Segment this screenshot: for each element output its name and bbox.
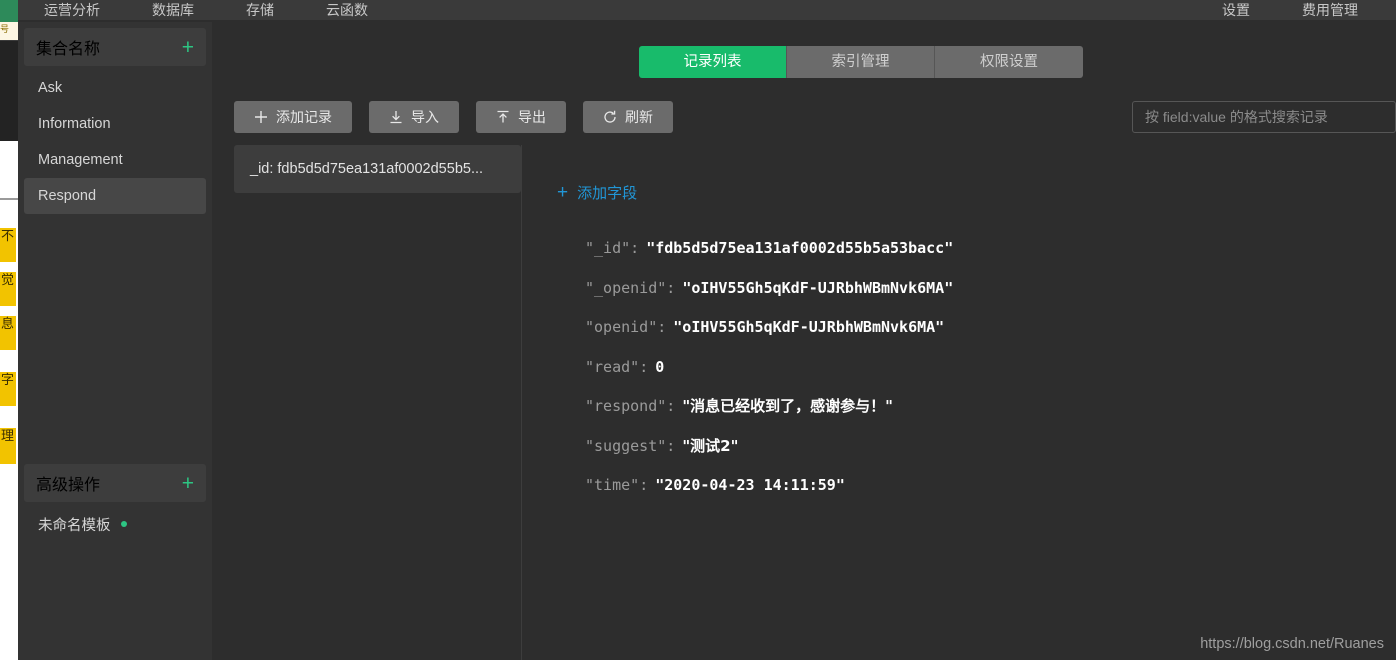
- sidebar-item-label: Information: [38, 116, 111, 132]
- nav-storage[interactable]: 存储: [220, 0, 300, 21]
- background-window-header-text: 号: [0, 22, 18, 40]
- sidebar-item-unnamed-template[interactable]: 未命名模板: [24, 506, 206, 542]
- sidebar-item-label: 未命名模板: [38, 517, 111, 534]
- refresh-icon: [603, 110, 617, 124]
- json-value: "测试2": [682, 436, 739, 455]
- json-row[interactable]: "read": 0: [585, 348, 1396, 388]
- import-label: 导入: [411, 109, 439, 125]
- background-window-green-bar: [0, 0, 18, 22]
- sidebar-item-label: Respond: [38, 188, 97, 204]
- nav-database[interactable]: 数据库: [126, 0, 220, 21]
- json-value: 0: [655, 357, 665, 376]
- sidebar-item-respond[interactable]: Respond: [24, 178, 206, 214]
- background-highlight-5: 理: [0, 428, 16, 464]
- export-button[interactable]: 导出: [476, 101, 566, 133]
- background-window-rule: [0, 198, 18, 200]
- json-value: "2020-04-23 14:11:59": [655, 476, 845, 494]
- add-field-button[interactable]: + 添加字段: [557, 182, 637, 203]
- left-sidebar: 集合名称 + Ask Information Management Respon…: [18, 22, 212, 660]
- background-highlight-3: 息: [0, 316, 16, 350]
- main-content-area: 记录列表 索引管理 权限设置 添加记录 导入 导出 刷新 按 field:val…: [212, 22, 1396, 660]
- sidebar-item-information[interactable]: Information: [24, 106, 206, 142]
- top-nav-right-group: 设置 费用管理: [1196, 0, 1384, 21]
- json-value: "消息已经收到了，感谢参与！": [682, 397, 893, 415]
- import-button[interactable]: 导入: [369, 101, 459, 133]
- json-key: "openid": [585, 318, 658, 336]
- json-row[interactable]: "_id": "fdb5d5d75ea131af0002d55b5a53bacc": [585, 229, 1396, 269]
- watermark-text: https://blog.csdn.net/Ruanes: [1200, 636, 1384, 652]
- toolbar: 添加记录 导入 导出 刷新: [234, 101, 673, 133]
- json-colon: :: [639, 476, 649, 494]
- json-key: "respond": [585, 397, 667, 415]
- collections-section-header: 集合名称 +: [24, 28, 206, 66]
- background-window-dark-block: [0, 41, 18, 141]
- tab-index-management[interactable]: 索引管理: [787, 46, 935, 78]
- sidebar-item-label: Ask: [38, 80, 63, 96]
- import-down-arrow-icon: [389, 110, 403, 124]
- tab-bar: 记录列表 索引管理 权限设置: [639, 46, 1083, 78]
- json-colon: :: [666, 436, 676, 455]
- json-colon: :: [666, 397, 676, 415]
- background-window-sliver: 号 不 觉 息 字 理: [0, 0, 18, 660]
- tab-permission-settings[interactable]: 权限设置: [935, 46, 1083, 78]
- record-list-item[interactable]: _id: fdb5d5d75ea131af0002d55b5...: [234, 145, 521, 193]
- collections-section-title: 集合名称: [36, 41, 101, 58]
- plus-icon[interactable]: +: [182, 473, 194, 494]
- json-value: "oIHV55Gh5qKdF-UJRbhWBmNvk6MA": [673, 318, 945, 336]
- json-key: "suggest": [585, 436, 667, 455]
- json-key: "_openid": [585, 278, 667, 297]
- sidebar-item-management[interactable]: Management: [24, 142, 206, 178]
- json-row[interactable]: "respond": "消息已经收到了，感谢参与！": [585, 387, 1396, 427]
- advanced-section-title: 高级操作: [36, 477, 101, 494]
- json-key: "read": [585, 357, 640, 376]
- json-colon: :: [666, 278, 676, 297]
- json-row[interactable]: "time": "2020-04-23 14:11:59": [585, 466, 1396, 506]
- plus-icon: [254, 110, 268, 124]
- json-colon: :: [639, 357, 649, 376]
- json-value: "oIHV55Gh5qKdF-UJRbhWBmNvk6MA": [682, 278, 954, 297]
- json-row[interactable]: "openid": "oIHV55Gh5qKdF-UJRbhWBmNvk6MA": [585, 308, 1396, 348]
- collections-list: Ask Information Management Respond: [18, 70, 212, 214]
- plus-icon[interactable]: +: [182, 37, 194, 58]
- document-json-view: "_id": "fdb5d5d75ea131af0002d55b5a53bacc"…: [585, 229, 1396, 506]
- nav-cloud-functions[interactable]: 云函数: [300, 0, 394, 21]
- add-record-label: 添加记录: [276, 109, 332, 125]
- json-value: "fdb5d5d75ea131af0002d55b5a53bacc": [646, 239, 954, 257]
- refresh-label: 刷新: [625, 109, 653, 125]
- record-list-panel: _id: fdb5d5d75ea131af0002d55b5...: [234, 145, 522, 660]
- export-up-arrow-icon: [496, 110, 510, 124]
- json-key: "time": [585, 476, 640, 494]
- json-row[interactable]: "_openid": "oIHV55Gh5qKdF-UJRbhWBmNvk6MA": [585, 269, 1396, 309]
- add-record-button[interactable]: 添加记录: [234, 101, 352, 133]
- nav-operations-analysis[interactable]: 运营分析: [18, 0, 126, 21]
- json-colon: :: [657, 318, 667, 336]
- status-dot-icon: [120, 521, 127, 527]
- advanced-section: 高级操作 + 未命名模板: [18, 458, 212, 542]
- background-highlight-2: 觉: [0, 272, 16, 306]
- advanced-section-header: 高级操作 +: [24, 464, 206, 502]
- top-navigation-bar: 运营分析 数据库 存储 云函数 设置 费用管理: [18, 0, 1396, 21]
- nav-settings[interactable]: 设置: [1196, 0, 1276, 21]
- top-nav-left-group: 运营分析 数据库 存储 云函数: [18, 0, 394, 21]
- export-label: 导出: [518, 109, 546, 125]
- background-highlight-4: 字: [0, 372, 16, 406]
- background-highlight-1: 不: [0, 228, 16, 262]
- record-detail-panel: + 添加字段 "_id": "fdb5d5d75ea131af0002d55b5a…: [539, 145, 1396, 660]
- tab-record-list[interactable]: 记录列表: [639, 46, 787, 78]
- search-input[interactable]: [1132, 101, 1396, 133]
- json-row[interactable]: "suggest": "测试2": [585, 427, 1396, 467]
- sidebar-item-ask[interactable]: Ask: [24, 70, 206, 106]
- nav-billing[interactable]: 费用管理: [1276, 0, 1384, 21]
- advanced-list: 未命名模板: [18, 506, 212, 542]
- json-colon: :: [630, 239, 640, 257]
- refresh-button[interactable]: 刷新: [583, 101, 673, 133]
- add-field-label: 添加字段: [577, 185, 638, 202]
- json-key: "_id": [585, 239, 631, 257]
- sidebar-item-label: Management: [38, 152, 123, 168]
- plus-icon: +: [557, 182, 569, 203]
